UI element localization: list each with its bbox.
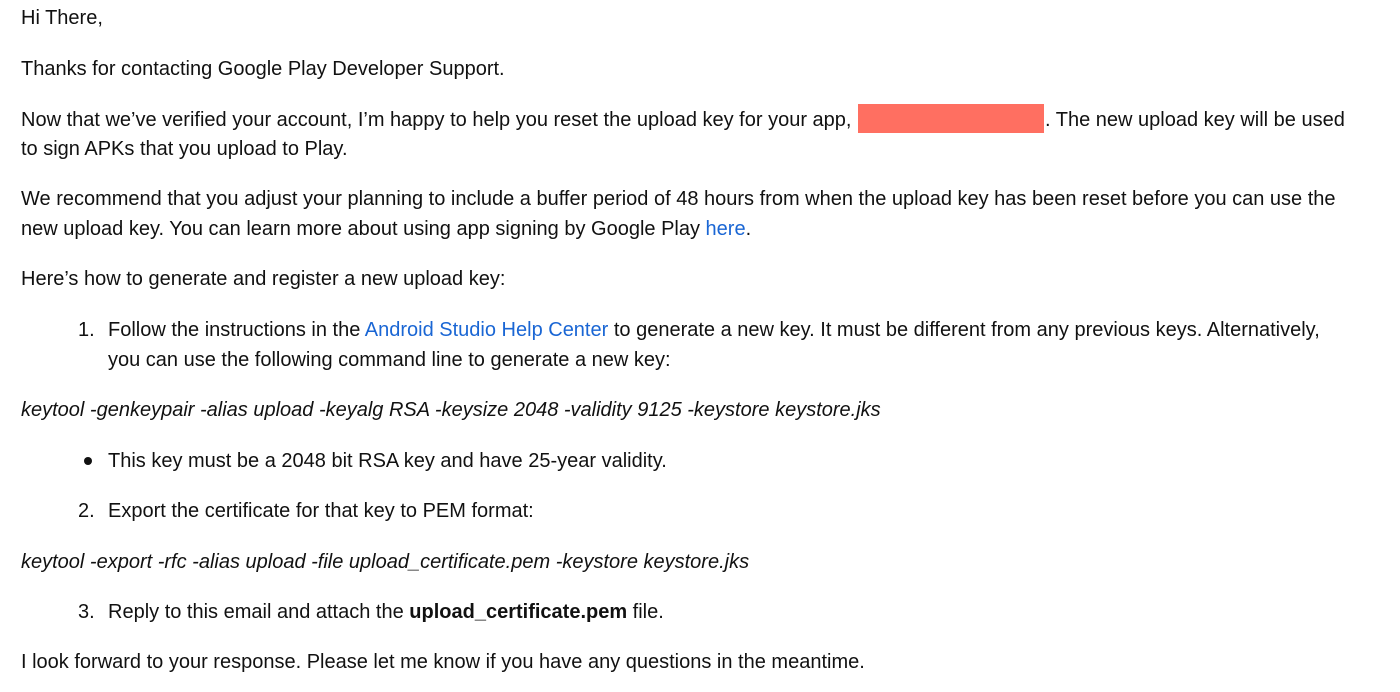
recommend-text-after: . xyxy=(745,218,752,240)
greeting: Hi There, xyxy=(21,7,103,29)
recommend-paragraph-line-1: We recommend that you adjust your planni… xyxy=(21,188,1336,210)
verified-paragraph-line-1: Now that we’ve verified your account, I’… xyxy=(21,104,1345,134)
step-1-number: 1. xyxy=(78,319,95,341)
genkeypair-command: keytool -genkeypair -alias upload -keyal… xyxy=(21,399,881,421)
step-1-line-1: Follow the instructions in the Android S… xyxy=(108,315,1320,345)
step-3-text: Reply to this email and attach the uploa… xyxy=(108,597,664,627)
step-3-text-before: Reply to this email and attach the xyxy=(108,601,410,623)
howto-heading: Here’s how to generate and register a ne… xyxy=(21,268,506,290)
verified-paragraph-line-2: to sign APKs that you upload to Play. xyxy=(21,138,348,160)
certificate-filename: upload_certificate.pem xyxy=(409,601,628,623)
email-body: Hi There, Thanks for contacting Google P… xyxy=(0,0,1400,692)
recommend-text-before: new upload key. You can learn more about… xyxy=(21,218,706,240)
thanks-paragraph: Thanks for contacting Google Play Develo… xyxy=(21,58,505,80)
step-2-number: 2. xyxy=(78,500,95,522)
android-studio-help-center-link[interactable]: Android Studio Help Center xyxy=(365,319,608,341)
step-3-number: 3. xyxy=(78,601,95,623)
verified-text-before: Now that we’ve verified your account, I’… xyxy=(21,109,858,131)
step-1-text-after: to generate a new key. It must be differ… xyxy=(608,319,1320,341)
step-3-text-after: file. xyxy=(627,601,664,623)
bullet-dot-icon xyxy=(84,457,92,465)
recommend-paragraph-line-2: new upload key. You can learn more about… xyxy=(21,214,751,244)
app-signing-link[interactable]: here xyxy=(706,218,746,240)
key-requirement-note: This key must be a 2048 bit RSA key and … xyxy=(108,450,667,472)
closing-paragraph: I look forward to your response. Please … xyxy=(21,651,865,673)
step-1-line-2: you can use the following command line t… xyxy=(108,349,671,371)
verified-text-after: . The new upload key will be used xyxy=(1045,109,1345,131)
redacted-app-name xyxy=(858,104,1045,133)
step-1-text-before: Follow the instructions in the xyxy=(108,319,365,341)
export-command: keytool -export -rfc -alias upload -file… xyxy=(21,551,750,573)
step-2-text: Export the certificate for that key to P… xyxy=(108,500,534,522)
